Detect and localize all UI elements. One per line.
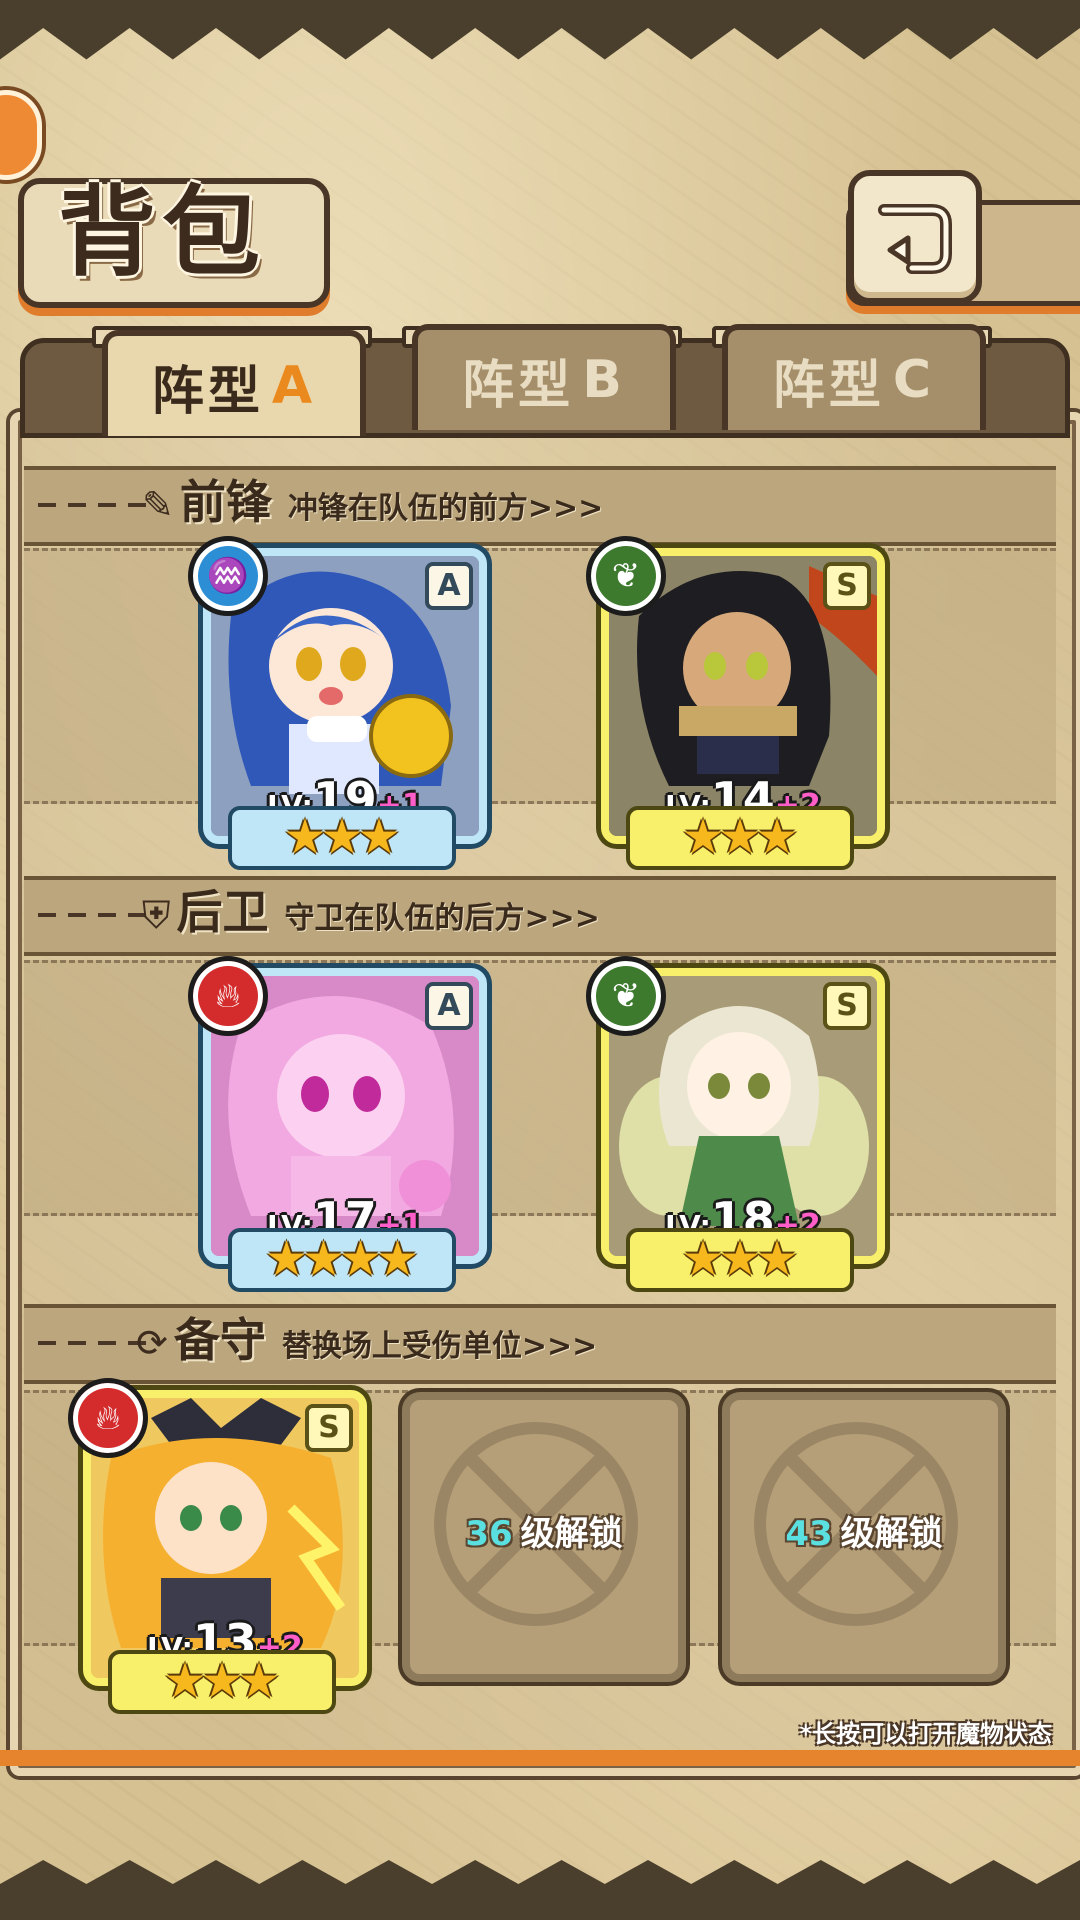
star-rating: ★ ★ ★ ★: [228, 1228, 456, 1292]
tab-letter: B: [582, 350, 626, 410]
fire-element-icon: 🔥︎: [68, 1378, 148, 1458]
unlock-requirement: 36 级解锁: [465, 1514, 623, 1554]
leaf-element-icon: ❦: [586, 956, 666, 1036]
feather-icon: ✎: [142, 485, 174, 527]
section-title: 后卫: [176, 885, 269, 939]
section-title: 前锋: [179, 475, 272, 529]
section-desc: 替换场上受伤单位>>>: [281, 1329, 598, 1364]
swap-icon: ⟳: [136, 1323, 168, 1365]
back-button[interactable]: [848, 170, 982, 304]
tab-label: 阵型: [772, 355, 885, 416]
rank-badge: S: [305, 1404, 353, 1452]
section-header-front: ✎ 前锋 冲锋在队伍的前方>>>: [142, 466, 603, 538]
front-row: [24, 548, 1056, 804]
star-rating: ★ ★ ★: [626, 806, 854, 870]
rank-badge: S: [823, 562, 871, 610]
rank-badge: A: [425, 982, 473, 1030]
water-element-icon: ♒: [188, 536, 268, 616]
tab-formation-a[interactable]: 阵型 A: [102, 330, 366, 436]
star-rating: ★ ★ ★: [228, 806, 456, 870]
tab-letter: C: [892, 350, 936, 410]
star-icon: ★: [237, 1655, 281, 1708]
section-header-back: ⛨ 后卫 守卫在队伍的后方>>>: [142, 876, 600, 948]
star-icon: ★: [755, 1233, 799, 1286]
panel-base: [0, 1750, 1080, 1766]
return-arrow-icon: [878, 204, 952, 274]
tab-formation-b[interactable]: 阵型 B: [412, 324, 676, 430]
fire-element-icon: 🔥︎: [188, 956, 268, 1036]
leaf-element-icon: ❦: [586, 536, 666, 616]
rank-badge: A: [425, 562, 473, 610]
section-title: 备守: [173, 1313, 266, 1367]
star-icon: ★: [357, 811, 401, 864]
section-header-reserve: ⟳ 备守 替换场上受伤单位>>>: [136, 1304, 597, 1376]
star-rating: ★ ★ ★: [108, 1650, 336, 1714]
locked-slot[interactable]: 43 级解锁: [722, 1392, 1006, 1682]
rank-badge: S: [823, 982, 871, 1030]
shield-icon: ⛨: [142, 895, 171, 937]
star-icon: ★: [755, 811, 799, 864]
locked-slot[interactable]: 36 级解锁: [402, 1392, 686, 1682]
long-press-hint: *长按可以打开魔物状态: [799, 1720, 1052, 1748]
tab-letter: A: [271, 356, 317, 416]
star-icon: ★: [376, 1233, 420, 1286]
section-desc: 守卫在队伍的后方>>>: [284, 901, 600, 936]
page-title: 背包: [58, 176, 267, 290]
section-desc: 冲锋在队伍的前方>>>: [287, 491, 604, 526]
star-rating: ★ ★ ★: [626, 1228, 854, 1292]
tab-formation-c[interactable]: 阵型 C: [722, 324, 986, 430]
back-row: [24, 960, 1056, 1216]
unlock-requirement: 43 级解锁: [785, 1514, 943, 1554]
tab-label: 阵型: [151, 361, 264, 422]
tab-label: 阵型: [462, 355, 575, 416]
